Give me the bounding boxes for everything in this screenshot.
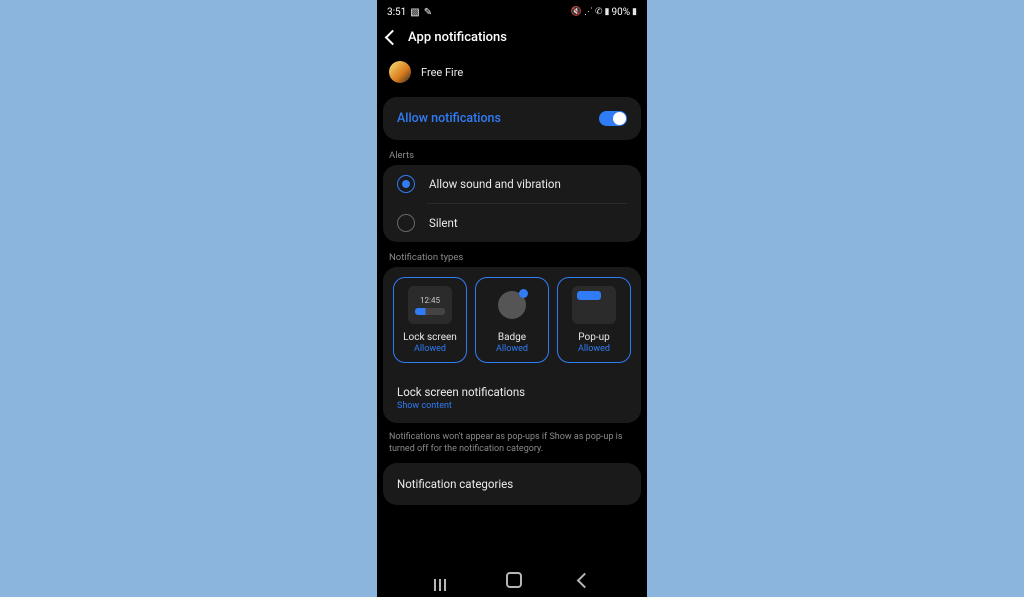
radio-selected-icon: [397, 175, 415, 193]
allow-card: Allow notifications: [383, 97, 641, 140]
categories-label: Notification categories: [397, 477, 627, 491]
popup-note: Notifications won't appear as pop-ups if…: [377, 423, 647, 463]
type-name: Badge: [498, 332, 526, 343]
phone-frame: 3:51 ▧ ✎ 🔇 ⋰ ✆ ▮ 90% ▮ App notifications…: [377, 0, 647, 597]
lock-preview-bar: [415, 308, 445, 315]
app-icon: [389, 61, 411, 83]
lock-notif-title: Lock screen notifications: [397, 385, 627, 399]
type-status: Allowed: [414, 344, 446, 354]
notification-categories-row[interactable]: Notification categories: [383, 463, 641, 505]
edit-icon: ✎: [424, 7, 432, 18]
page-title: App notifications: [408, 30, 507, 45]
status-bar: 3:51 ▧ ✎ 🔇 ⋰ ✆ ▮ 90% ▮: [377, 0, 647, 24]
lock-preview-icon: 12:45: [408, 286, 452, 324]
back-icon[interactable]: [385, 30, 401, 46]
allow-toggle[interactable]: [599, 111, 627, 126]
type-status: Allowed: [578, 344, 610, 354]
lock-screen-notifications-row[interactable]: Lock screen notifications Show content: [383, 375, 641, 423]
battery-icon: ▮: [632, 7, 637, 17]
signal-icon: ▮: [605, 7, 610, 17]
nav-home-icon[interactable]: [506, 572, 522, 588]
nav-back-icon[interactable]: [576, 572, 592, 588]
alerts-card: Allow sound and vibration Silent: [383, 165, 641, 242]
badge-dot-icon: [519, 289, 528, 298]
types-card: 12:45 Lock screen Allowed Badge Allowed: [383, 267, 641, 423]
call-icon: ✆: [595, 7, 603, 17]
popup-preview-bar: [577, 291, 601, 300]
badge-preview-icon: [490, 286, 534, 324]
nav-recent-icon[interactable]: [434, 579, 448, 581]
type-name: Pop-up: [578, 332, 609, 343]
lock-notif-sub: Show content: [397, 401, 627, 411]
status-time: 3:51: [387, 7, 406, 18]
type-name: Lock screen: [403, 332, 457, 343]
type-tile-lock-screen[interactable]: 12:45 Lock screen Allowed: [393, 277, 467, 363]
app-row: Free Fire: [377, 55, 647, 97]
header: App notifications: [377, 24, 647, 55]
radio-icon: [397, 214, 415, 232]
section-label-types: Notification types: [377, 242, 647, 267]
allow-label: Allow notifications: [397, 111, 501, 126]
battery-pct: 90%: [611, 7, 630, 18]
alert-option-label: Allow sound and vibration: [429, 177, 561, 191]
app-name: Free Fire: [421, 66, 463, 79]
lock-preview-time: 12:45: [420, 296, 440, 305]
alert-option-sound[interactable]: Allow sound and vibration: [383, 165, 641, 203]
categories-card: Notification categories: [383, 463, 641, 505]
alert-option-silent[interactable]: Silent: [383, 204, 641, 242]
type-tile-badge[interactable]: Badge Allowed: [475, 277, 549, 363]
alert-option-label: Silent: [429, 216, 458, 230]
nav-bar: [377, 563, 647, 597]
type-status: Allowed: [496, 344, 528, 354]
section-label-alerts: Alerts: [377, 140, 647, 165]
wifi-icon: ⋰: [584, 7, 593, 17]
image-icon: ▧: [410, 7, 419, 18]
type-tile-popup[interactable]: Pop-up Allowed: [557, 277, 631, 363]
toggle-knob: [613, 112, 626, 125]
mute-icon: 🔇: [571, 7, 582, 17]
popup-preview-icon: [572, 286, 616, 324]
